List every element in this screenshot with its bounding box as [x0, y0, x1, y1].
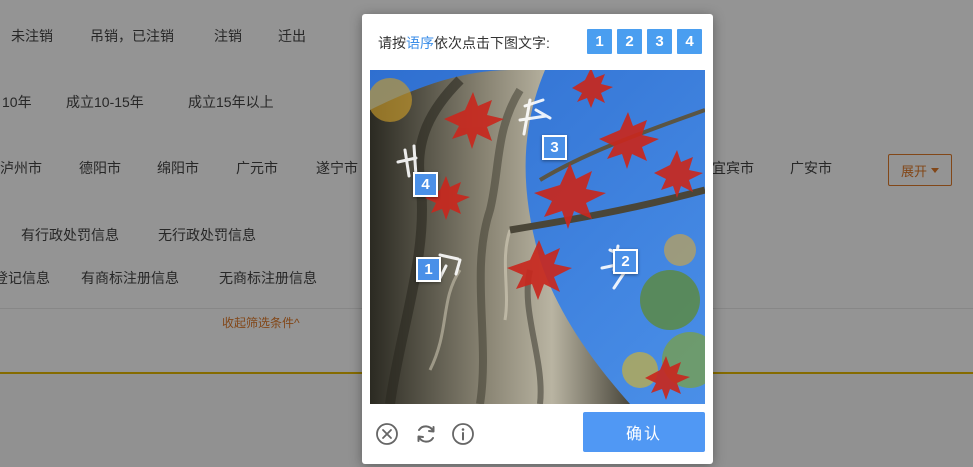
captcha-footer: 确认 — [362, 412, 713, 456]
order-box: 1 — [587, 29, 612, 54]
close-icon[interactable] — [375, 422, 399, 446]
click-marker[interactable]: 4 — [413, 172, 438, 197]
captcha-prompt: 请按语序依次点击下图文字: — [378, 33, 550, 53]
prompt-suffix: 依次点击下图文字: — [434, 35, 550, 51]
info-icon[interactable] — [451, 422, 475, 446]
prompt-prefix: 请按 — [378, 35, 406, 51]
order-box: 4 — [677, 29, 702, 54]
confirm-button[interactable]: 确认 — [583, 412, 705, 452]
prompt-highlight: 语序 — [406, 35, 434, 51]
refresh-icon[interactable] — [414, 422, 438, 446]
click-marker[interactable]: 3 — [542, 135, 567, 160]
click-marker[interactable]: 1 — [416, 257, 441, 282]
order-box: 2 — [617, 29, 642, 54]
order-box: 3 — [647, 29, 672, 54]
captcha-image[interactable]: 4 3 1 2 — [370, 70, 705, 404]
click-order-indicator: 1 2 3 4 — [587, 29, 702, 54]
captcha-modal: 请按语序依次点击下图文字: 1 2 3 4 4 3 1 2 确认 — [362, 14, 713, 464]
click-marker[interactable]: 2 — [613, 249, 638, 274]
tree-leaves-picture — [370, 70, 705, 404]
